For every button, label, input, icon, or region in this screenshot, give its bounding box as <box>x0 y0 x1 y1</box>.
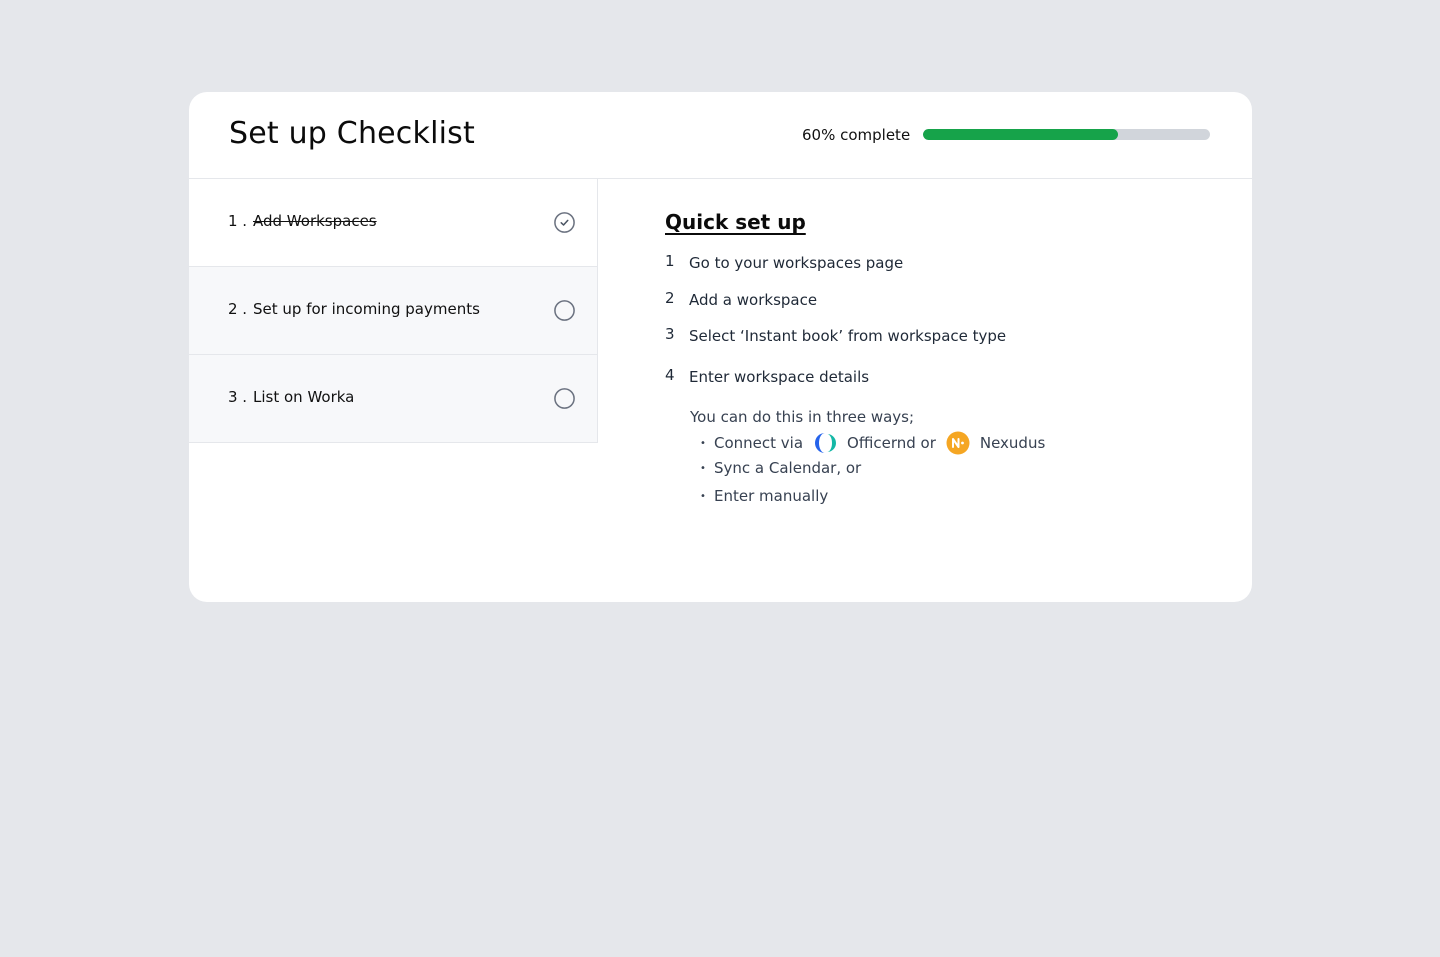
officernd-logo-icon[interactable] <box>813 431 837 455</box>
empty-circle-icon <box>554 300 575 321</box>
nexudus-logo-icon[interactable] <box>946 431 970 455</box>
setup-checklist-card: Set up Checklist 60% complete 1 . Add Wo… <box>189 92 1252 602</box>
checklist-steps: 1 . Add Workspaces 2 . Set up for incomi… <box>189 179 598 443</box>
officernd-link[interactable]: Officernd or <box>847 434 936 452</box>
progress-label: 60% complete <box>802 126 911 144</box>
card-header: Set up Checklist 60% complete <box>189 92 1252 179</box>
instruction-number: 4 <box>665 366 675 384</box>
empty-circle-icon <box>554 388 575 409</box>
quick-setup-title: Quick set up <box>665 210 806 234</box>
enter-manually-text: Enter manually <box>714 487 829 505</box>
page-title: Set up Checklist <box>229 116 475 151</box>
instruction-text: Go to your workspaces page <box>689 254 904 272</box>
instruction-number: 1 <box>665 252 675 270</box>
instruction-text: Select ‘Instant book’ from workspace typ… <box>689 327 1007 345</box>
nexudus-link[interactable]: Nexudus <box>980 434 1045 452</box>
ways-intro: You can do this in three ways; <box>690 408 915 426</box>
check-circle-icon <box>554 212 575 233</box>
instruction-number: 3 <box>665 325 675 343</box>
progress-bar <box>923 129 1210 140</box>
bullet: • <box>700 490 706 502</box>
instruction-text: Add a workspace <box>689 291 818 309</box>
step-label: Add Workspaces <box>253 212 377 230</box>
step-label: List on Worka <box>253 388 355 406</box>
step-incoming-payments[interactable]: 2 . Set up for incoming payments <box>189 267 597 355</box>
step-number: 2 . <box>228 300 248 318</box>
way-sync-calendar: • Sync a Calendar, or <box>700 459 861 477</box>
step-number: 1 . <box>228 212 248 230</box>
step-label: Set up for incoming payments <box>253 300 480 318</box>
bullet: • <box>700 437 706 449</box>
instruction-number: 2 <box>665 289 675 307</box>
progress-bar-fill <box>923 129 1119 140</box>
bullet: • <box>700 462 706 474</box>
step-number: 3 . <box>228 388 248 406</box>
quick-setup-panel: Quick set up 1 Go to your workspaces pag… <box>665 210 1225 505</box>
sync-calendar-text: Sync a Calendar, or <box>714 459 862 477</box>
instruction-text: Enter workspace details <box>689 368 870 386</box>
way-enter-manually: • Enter manually <box>700 487 828 505</box>
step-list-on-worka[interactable]: 3 . List on Worka <box>189 355 597 443</box>
step-add-workspaces[interactable]: 1 . Add Workspaces <box>189 179 597 267</box>
way-connect: • Connect via Officernd or Nexudus <box>700 431 1045 455</box>
connect-via-text: Connect via <box>714 434 804 452</box>
